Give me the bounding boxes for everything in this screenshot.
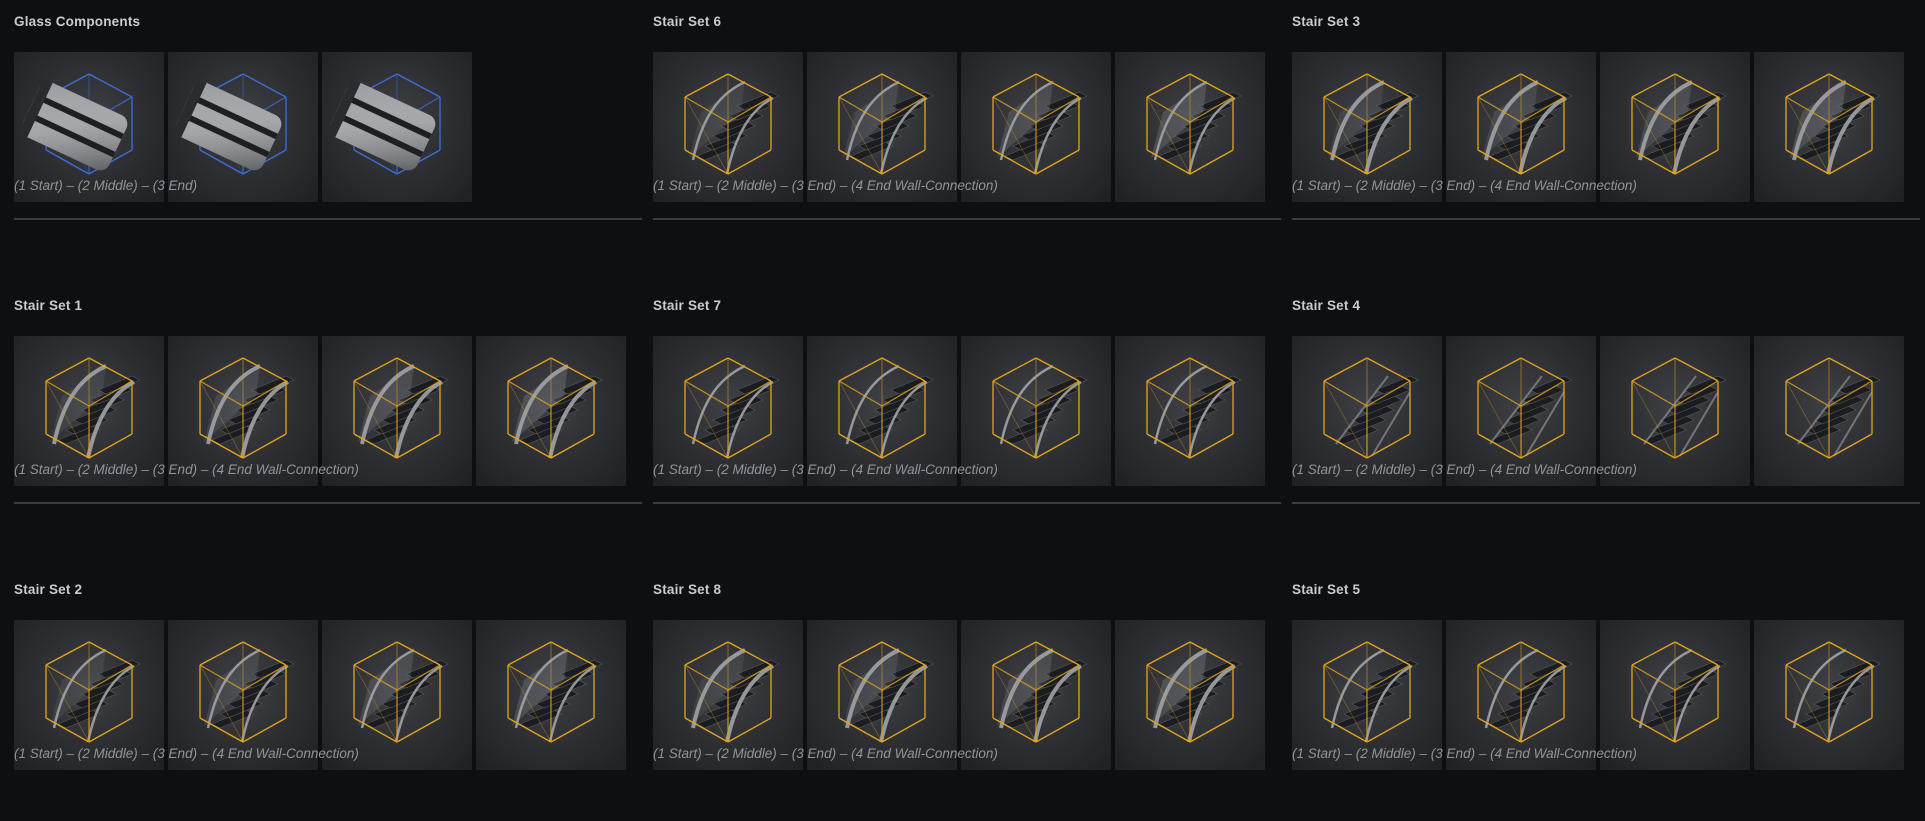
thumbnail-4[interactable] <box>476 620 626 770</box>
section-caption: (1 Start) – (2 Middle) – (3 End) – (4 En… <box>1292 462 1637 477</box>
thumbnail-4[interactable] <box>1115 336 1265 486</box>
section-divider <box>14 502 642 504</box>
thumbnail-4[interactable] <box>1115 620 1265 770</box>
section-glass-components: Glass Components (1 Start) – (2 Middle) … <box>14 0 642 284</box>
section-stair-set-6: Stair Set 6 (1 Start) – (2 Middle) – (3 … <box>653 0 1281 284</box>
section-caption: (1 Start) – (2 Middle) – (3 End) – (4 En… <box>653 462 998 477</box>
section-stair-set-3: Stair Set 3 (1 Start) – (2 Middle) – (3 … <box>1292 0 1920 284</box>
stair-model <box>1785 73 1881 175</box>
section-stair-set-5: Stair Set 5 (1 Start) – (2 Middle) – (3 … <box>1292 568 1920 821</box>
section-stair-set-7: Stair Set 7 (1 Start) – (2 Middle) – (3 … <box>653 284 1281 568</box>
section-divider <box>653 502 1281 504</box>
section-title: Stair Set 8 <box>653 582 722 597</box>
thumbnail-4[interactable] <box>1754 620 1904 770</box>
section-title: Glass Components <box>14 14 141 29</box>
stair-model <box>1146 73 1242 175</box>
section-stair-set-4: Stair Set 4 (1 Start) – (2 Middle) – (3 … <box>1292 284 1920 568</box>
section-caption: (1 Start) – (2 Middle) – (3 End) – (4 En… <box>1292 178 1637 193</box>
section-stair-set-2: Stair Set 2 (1 Start) – (2 Middle) – (3 … <box>14 568 642 821</box>
asset-grid: Glass Components (1 Start) – (2 Middle) … <box>0 0 1925 821</box>
thumbnail-4[interactable] <box>1754 336 1904 486</box>
thumbnail-4[interactable] <box>1115 52 1265 202</box>
section-divider <box>1292 502 1920 504</box>
section-caption: (1 Start) – (2 Middle) – (3 End) – (4 En… <box>653 178 998 193</box>
thumbnail-3[interactable] <box>322 52 472 202</box>
stair-model <box>507 357 603 459</box>
section-title: Stair Set 3 <box>1292 14 1361 29</box>
section-title: Stair Set 5 <box>1292 582 1361 597</box>
stair-model <box>1785 357 1881 459</box>
section-caption: (1 Start) – (2 Middle) – (3 End) – (4 En… <box>14 462 359 477</box>
section-caption: (1 Start) – (2 Middle) – (3 End) <box>14 178 198 193</box>
stair-model <box>1146 357 1242 459</box>
glass-panel-model <box>326 73 441 175</box>
section-title: Stair Set 2 <box>14 582 83 597</box>
section-caption: (1 Start) – (2 Middle) – (3 End) – (4 En… <box>14 746 359 761</box>
section-title: Stair Set 7 <box>653 298 722 313</box>
stair-model <box>1146 641 1242 743</box>
section-stair-set-1: Stair Set 1 (1 Start) – (2 Middle) – (3 … <box>14 284 642 568</box>
stair-model <box>507 641 603 743</box>
section-caption: (1 Start) – (2 Middle) – (3 End) – (4 En… <box>1292 746 1637 761</box>
section-caption: (1 Start) – (2 Middle) – (3 End) – (4 En… <box>653 746 998 761</box>
column-1: Glass Components (1 Start) – (2 Middle) … <box>14 0 642 821</box>
column-3: Stair Set 3 (1 Start) – (2 Middle) – (3 … <box>1292 0 1920 821</box>
section-title: Stair Set 1 <box>14 298 83 313</box>
stair-model <box>1785 641 1881 743</box>
section-divider <box>1292 218 1920 220</box>
section-title: Stair Set 4 <box>1292 298 1361 313</box>
section-divider <box>653 218 1281 220</box>
thumbnail-4[interactable] <box>476 336 626 486</box>
section-title: Stair Set 6 <box>653 14 722 29</box>
thumbnail-4[interactable] <box>1754 52 1904 202</box>
section-divider <box>14 218 642 220</box>
column-2: Stair Set 6 (1 Start) – (2 Middle) – (3 … <box>653 0 1281 821</box>
section-stair-set-8: Stair Set 8 (1 Start) – (2 Middle) – (3 … <box>653 568 1281 821</box>
